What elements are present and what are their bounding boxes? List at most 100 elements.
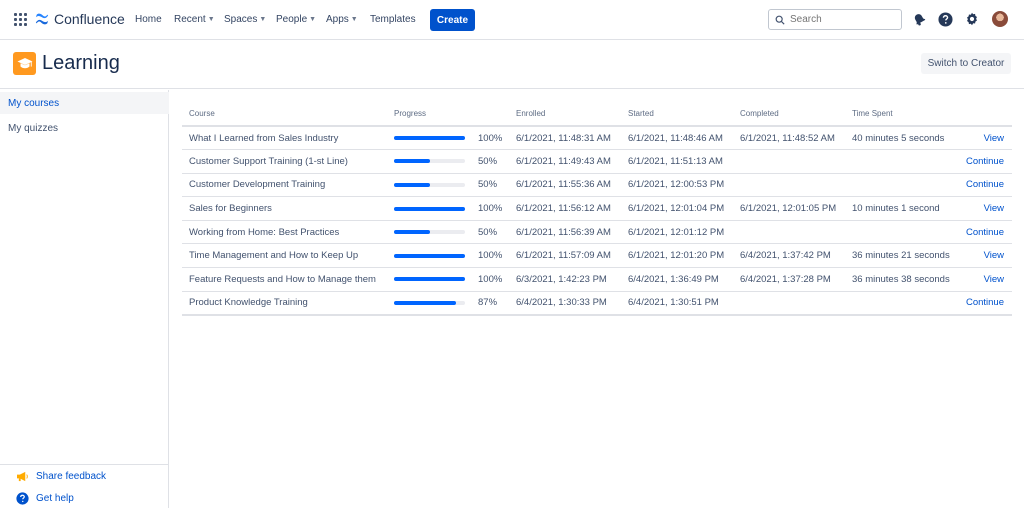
- column-header-enrolled[interactable]: Enrolled: [509, 102, 621, 127]
- nav-apps-label: Apps: [326, 14, 349, 25]
- time-spent-cell: 40 minutes 5 seconds: [845, 126, 955, 151]
- column-header-course[interactable]: Course: [182, 102, 387, 127]
- column-header-started[interactable]: Started: [621, 102, 733, 127]
- get-help-label: Get help: [36, 493, 74, 504]
- settings-icon[interactable]: [964, 11, 980, 27]
- view-link[interactable]: View: [984, 203, 1004, 214]
- action-cell: Continue: [955, 173, 1012, 198]
- table-row: Product Knowledge Training 87% 6/4/2021, 1…: [182, 291, 1012, 316]
- nav-spaces-label: Spaces: [224, 14, 258, 25]
- progress-bar-fill: [394, 253, 465, 258]
- table-body: What I Learned from Sales Industry 100% 6/…: [182, 126, 1012, 316]
- chevron-down-icon: ▼: [207, 16, 215, 23]
- progress-cell: 100%: [387, 243, 509, 269]
- continue-link[interactable]: Continue: [966, 227, 1004, 238]
- progress-bar-fill: [394, 300, 456, 305]
- action-cell: Continue: [955, 291, 1012, 316]
- enrolled-cell: 6/3/2021, 1:42:23 PM: [509, 267, 621, 292]
- started-cell: 6/1/2021, 12:00:53 PM: [621, 173, 733, 198]
- confluence-logo[interactable]: Confluence: [35, 11, 125, 27]
- started-cell: 6/4/2021, 1:30:51 PM: [621, 291, 733, 316]
- column-header-completed[interactable]: Completed: [733, 102, 845, 127]
- brand-name: Confluence: [54, 11, 125, 27]
- sidebar-footer: Share feedback Get help: [0, 464, 169, 505]
- progress-bar: [394, 182, 465, 187]
- search-box[interactable]: [768, 9, 902, 30]
- sidebar-item-my-courses[interactable]: My courses: [0, 92, 169, 114]
- search-icon: [775, 15, 785, 25]
- continue-link[interactable]: Continue: [966, 179, 1004, 190]
- progress-cell: 50%: [387, 220, 509, 245]
- column-header-action: [955, 102, 1012, 127]
- course-name-cell: Sales for Beginners: [182, 196, 387, 221]
- continue-link[interactable]: Continue: [966, 297, 1004, 308]
- nav-home[interactable]: Home: [135, 14, 162, 25]
- create-button[interactable]: Create: [430, 9, 475, 31]
- started-cell: 6/1/2021, 12:01:04 PM: [621, 196, 733, 221]
- share-feedback-link[interactable]: Share feedback: [16, 471, 106, 482]
- table-row: Customer Support Training (1-st Line) 50%…: [182, 149, 1012, 174]
- progress-percent: 100%: [478, 203, 503, 215]
- continue-link[interactable]: Continue: [966, 156, 1004, 167]
- courses-table-container: Course Progress Enrolled Started Complet…: [182, 102, 1012, 316]
- course-name-cell: Customer Development Training: [182, 173, 387, 198]
- started-cell: 6/1/2021, 11:48:46 AM: [621, 126, 733, 151]
- enrolled-cell: 6/1/2021, 11:49:43 AM: [509, 149, 621, 174]
- table-row: Feature Requests and How to Manage them 1…: [182, 267, 1012, 292]
- view-link[interactable]: View: [984, 250, 1004, 261]
- nav-people[interactable]: People ▼: [276, 14, 316, 25]
- help-icon[interactable]: [937, 11, 953, 27]
- progress-bar: [394, 206, 465, 211]
- progress-percent: 100%: [478, 273, 503, 285]
- search-input[interactable]: [790, 14, 890, 25]
- nav-recent[interactable]: Recent ▼: [174, 14, 215, 25]
- page-header: Learning Switch to Creator: [0, 40, 1024, 89]
- table-row: Customer Development Training 50% 6/1/2021…: [182, 173, 1012, 198]
- progress-bar: [394, 300, 465, 305]
- view-link[interactable]: View: [984, 274, 1004, 285]
- nav-spaces[interactable]: Spaces ▼: [224, 14, 266, 25]
- course-name-cell: Working from Home: Best Practices: [182, 220, 387, 245]
- time-spent-cell: [845, 149, 955, 174]
- table-row: Sales for Beginners 100% 6/1/2021, 11:56:1…: [182, 196, 1012, 221]
- nav-apps[interactable]: Apps ▼: [326, 14, 358, 25]
- chevron-down-icon: ▼: [350, 16, 358, 23]
- share-feedback-label: Share feedback: [36, 471, 107, 482]
- switch-to-creator-button[interactable]: Switch to Creator: [921, 53, 1011, 74]
- started-cell: 6/1/2021, 11:51:13 AM: [621, 149, 733, 174]
- course-name-cell: Feature Requests and How to Manage them: [182, 267, 387, 292]
- progress-cell: 50%: [387, 173, 509, 198]
- action-cell: View: [955, 267, 1012, 292]
- action-cell: View: [955, 243, 1012, 269]
- help-icon: [16, 492, 29, 505]
- column-header-time-spent[interactable]: Time Spent: [845, 102, 955, 127]
- sidebar-item-my-quizzes[interactable]: My quizzes: [0, 117, 169, 139]
- chevron-down-icon: ▼: [309, 16, 317, 23]
- nav-templates[interactable]: Templates: [370, 14, 416, 25]
- action-cell: Continue: [955, 149, 1012, 174]
- completed-cell: 6/1/2021, 11:48:52 AM: [733, 126, 845, 151]
- sidebar: My courses My quizzes Share feedback Get…: [0, 90, 169, 508]
- action-cell: View: [955, 196, 1012, 221]
- nav-templates-label: Templates: [370, 14, 416, 25]
- column-header-progress[interactable]: Progress: [387, 102, 509, 127]
- enrolled-cell: 6/1/2021, 11:55:36 AM: [509, 173, 621, 198]
- time-spent-cell: [845, 173, 955, 198]
- time-spent-cell: 36 minutes 38 seconds: [845, 267, 955, 292]
- avatar[interactable]: [992, 11, 1008, 27]
- progress-cell: 87%: [387, 291, 509, 316]
- progress-percent: 50%: [478, 155, 498, 167]
- progress-bar: [394, 230, 465, 235]
- progress-bar-fill: [394, 277, 465, 282]
- progress-bar: [394, 159, 465, 164]
- started-cell: 6/1/2021, 12:01:12 PM: [621, 220, 733, 245]
- time-spent-cell: 10 minutes 1 second: [845, 196, 955, 221]
- time-spent-cell: 36 minutes 21 seconds: [845, 243, 955, 269]
- completed-cell: [733, 149, 845, 174]
- view-link[interactable]: View: [984, 133, 1004, 144]
- notifications-icon[interactable]: [911, 11, 927, 27]
- get-help-link[interactable]: Get help: [16, 492, 74, 505]
- started-cell: 6/4/2021, 1:36:49 PM: [621, 267, 733, 292]
- table-header-row: Course Progress Enrolled Started Complet…: [182, 102, 1012, 127]
- app-switcher-icon[interactable]: [14, 13, 27, 26]
